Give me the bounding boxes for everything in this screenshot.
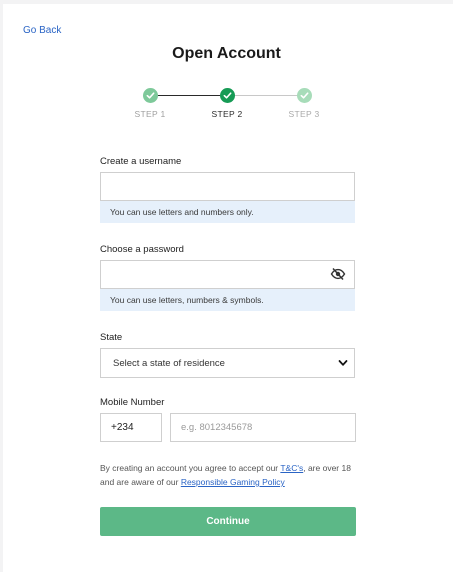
mobile-label: Mobile Number <box>100 397 165 408</box>
tc-link[interactable]: T&C's <box>280 463 303 473</box>
username-hint: You can use letters and numbers only. <box>100 201 355 223</box>
responsible-gaming-policy-link[interactable]: Responsible Gaming Policy <box>181 477 285 487</box>
state-label: State <box>100 332 123 343</box>
page-title: Open Account <box>172 45 281 62</box>
stepper-connector <box>158 95 221 96</box>
password-input[interactable] <box>100 260 355 289</box>
terms-text: By creating an account you agree to acce… <box>100 461 360 489</box>
state-select-value: Select a state of residence <box>113 358 225 369</box>
continue-button[interactable]: Continue <box>100 507 356 536</box>
step-2-label: STEP 2 <box>211 109 243 119</box>
username-label: Create a username <box>100 156 182 167</box>
mobile-number-input[interactable] <box>170 413 356 442</box>
go-back-link[interactable]: Go Back <box>23 25 61 36</box>
stepper-connector <box>235 95 298 96</box>
country-code-field[interactable]: +234 <box>100 413 162 442</box>
terms-text-before: By creating an account you agree to acce… <box>100 463 281 473</box>
state-select[interactable]: Select a state of residence <box>100 348 355 378</box>
username-input[interactable] <box>100 172 355 201</box>
step-2-check-icon <box>220 88 235 103</box>
password-label: Choose a password <box>100 244 184 255</box>
step-1-check-icon <box>143 88 158 103</box>
step-1-label: STEP 1 <box>134 109 166 119</box>
step-3-label: STEP 3 <box>288 109 320 119</box>
step-3-check-icon <box>297 88 312 103</box>
stepper: STEP 1 STEP 2 STEP 3 <box>0 86 453 126</box>
chevron-down-icon <box>338 360 348 366</box>
eye-slash-icon[interactable] <box>330 267 346 281</box>
password-hint: You can use letters, numbers & symbols. <box>100 289 355 311</box>
